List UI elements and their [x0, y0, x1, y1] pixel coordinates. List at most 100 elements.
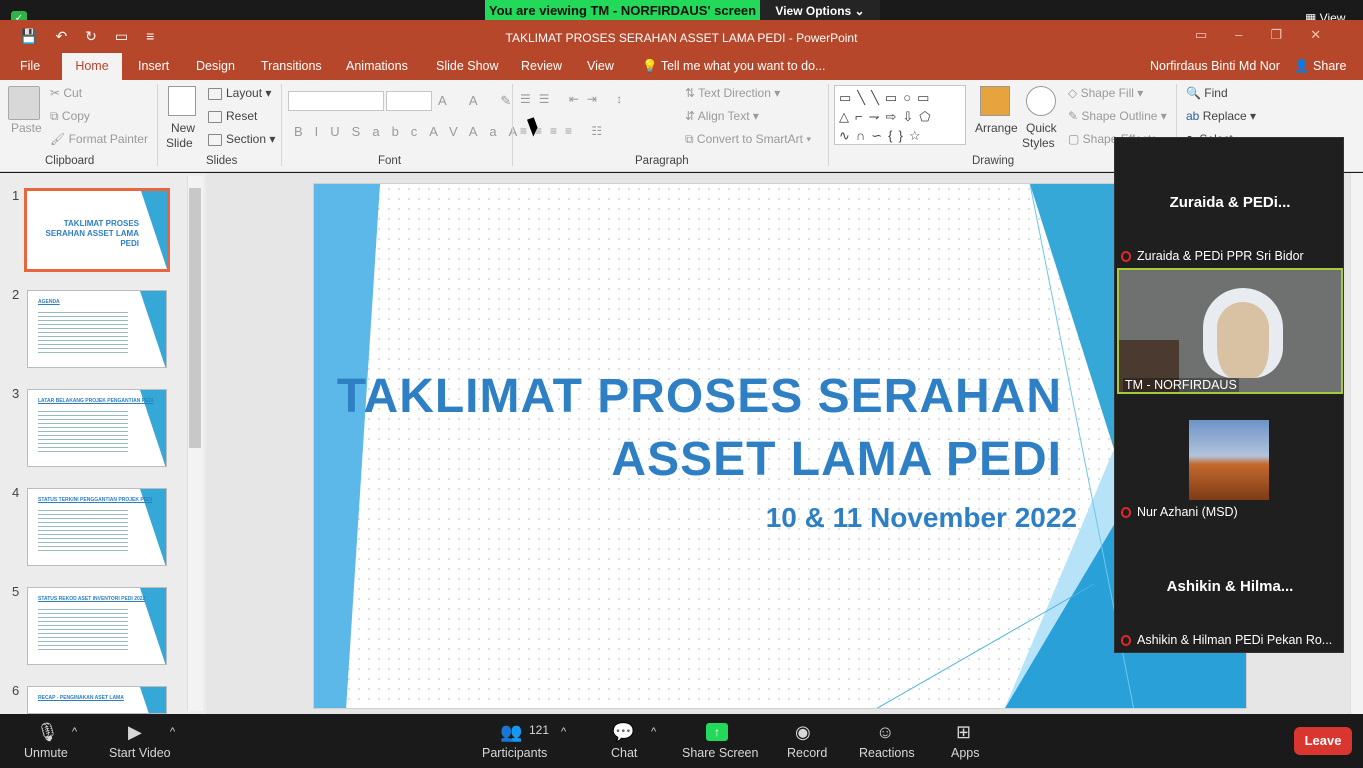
tab-home[interactable]: Home — [62, 53, 122, 80]
apps-icon[interactable]: ⊞ — [956, 722, 971, 743]
quick-styles-button-2[interactable]: Styles — [1022, 136, 1055, 150]
list-buttons[interactable]: ☰☰ ⇤⇥ ↕ — [520, 92, 630, 106]
maximize-icon[interactable]: ❐ — [1271, 27, 1311, 42]
tab-transitions[interactable]: Transitions — [261, 59, 322, 73]
tell-me-label: Tell me what you want to do... — [660, 59, 826, 73]
font-size-buttons[interactable]: A A ✎ — [438, 93, 521, 109]
slide-number: 5 — [12, 584, 20, 599]
slide-thumbnail-4[interactable]: STATUS TERKINI PENGGANTIAN PROJEK PEDI — [27, 488, 167, 566]
shape-outline-button[interactable]: ✎ Shape Outline ▾ — [1068, 109, 1167, 123]
arrange-icon[interactable] — [980, 86, 1010, 116]
chat-icon[interactable]: 💬 — [612, 722, 634, 743]
reactions-button[interactable]: Reactions — [859, 746, 915, 760]
participants-button[interactable]: Participants — [482, 746, 547, 760]
font-format-buttons[interactable]: BIUSabcAVAaA — [294, 124, 529, 139]
slide-thumbnail-5[interactable]: STATUS REKOD ASET INVENTORI PEDI 2022 — [27, 587, 167, 665]
slide-number: 2 — [12, 287, 20, 302]
layout-button[interactable]: Layout ▾ — [208, 86, 271, 100]
slide-vertical-scrollbar[interactable] — [1350, 173, 1363, 714]
person-icon: 👤 — [1294, 59, 1314, 73]
unmute-button[interactable]: Unmute — [24, 746, 68, 760]
quick-styles-button[interactable]: Quick — [1026, 121, 1057, 135]
slide-thumbnail-3[interactable]: LATAR BELAKANG PROJEK PENGANTIAN PEDI — [27, 389, 167, 467]
tell-me-search[interactable]: 💡 Tell me what you want to do... — [642, 59, 825, 74]
slide-number: 1 — [12, 188, 20, 203]
align-text-label: Align Text — [697, 109, 750, 123]
slide-thumbnail-1[interactable]: TAKLIMAT PROSES SERAHAN ASSET LAMA PEDI — [24, 188, 170, 272]
new-slide-icon[interactable] — [168, 86, 196, 116]
reset-label: Reset — [226, 109, 258, 123]
tab-view[interactable]: View — [587, 59, 614, 73]
text-direction-label: Text Direction — [698, 86, 771, 100]
cut-button[interactable]: ✂ Cut — [50, 86, 82, 100]
minimize-icon[interactable]: – — [1235, 27, 1270, 42]
format-painter-button[interactable]: 🖌 Format Painter — [50, 132, 148, 146]
chevron-up-icon[interactable]: ^ — [561, 726, 566, 738]
paste-button[interactable]: Paste — [11, 121, 42, 135]
new-slide-button-2[interactable]: Slide — [166, 136, 193, 150]
quick-styles-icon[interactable] — [1026, 86, 1056, 116]
participants-icon[interactable]: 👥 — [500, 722, 522, 743]
section-label: Section — [226, 132, 267, 146]
video-off-icon[interactable]: ▶ — [128, 722, 142, 743]
tab-insert[interactable]: Insert — [138, 59, 169, 73]
viewing-screen-banner: You are viewing TM - NORFIRDAUS' screen — [485, 0, 760, 22]
paint-bucket-icon: ◇ — [1068, 86, 1081, 100]
arrange-button[interactable]: Arrange — [975, 121, 1018, 135]
chevron-up-icon[interactable]: ^ — [170, 726, 175, 738]
copy-button[interactable]: ⧉ Copy — [50, 109, 90, 124]
view-options-button[interactable]: View Options ⌄ — [760, 0, 880, 22]
mic-muted-icon[interactable]: 🎙 — [36, 722, 59, 743]
font-family-box[interactable] — [288, 91, 384, 111]
shape-fill-button[interactable]: ◇ Shape Fill ▾ — [1068, 86, 1143, 100]
record-icon[interactable]: ◉ — [795, 722, 811, 743]
replace-button[interactable]: ab Replace ▾ — [1186, 109, 1256, 123]
tab-file[interactable]: File — [20, 59, 40, 73]
tab-review[interactable]: Review — [521, 59, 562, 73]
share-screen-button[interactable]: Share Screen — [682, 746, 758, 760]
window-title: TAKLIMAT PROSES SERAHAN ASSET LAMA PEDI … — [505, 31, 858, 45]
apps-button[interactable]: Apps — [951, 746, 980, 760]
paste-icon[interactable] — [8, 86, 40, 120]
thumbnail-scrollbar-thumb[interactable] — [189, 188, 201, 448]
pen-icon: ✎ — [1068, 109, 1082, 123]
chat-button[interactable]: Chat — [611, 746, 637, 760]
slide-title-line-2[interactable]: ASSET LAMA PEDI — [314, 432, 1062, 487]
effects-icon: ▢ — [1068, 132, 1083, 146]
clipboard-group-label: Clipboard — [45, 155, 95, 167]
find-button[interactable]: 🔍 Find — [1186, 86, 1228, 100]
tab-animations[interactable]: Animations — [346, 59, 408, 73]
slide-thumbnail-2[interactable]: AGENDA — [27, 290, 167, 368]
share-button[interactable]: 👤 Share — [1294, 59, 1346, 74]
tab-design[interactable]: Design — [196, 59, 235, 73]
start-video-button[interactable]: Start Video — [109, 746, 171, 760]
share-screen-icon[interactable]: ↑ — [706, 723, 728, 741]
participant-label-text: Zuraida & PEDi PPR Sri Bidor — [1137, 249, 1304, 263]
shapes-gallery[interactable]: ▭╲╲▭○▭ △⌐⇁⇨⇩⬠ ∿∩∽{}☆ — [834, 85, 966, 145]
participant-label: TM - NORFIRDAUS — [1123, 378, 1239, 392]
leave-button[interactable]: Leave — [1294, 727, 1352, 755]
font-size-box[interactable] — [386, 91, 432, 111]
smartart-button[interactable]: ⧉ Convert to SmartArt ▾ — [685, 132, 811, 147]
participant-video[interactable]: TM - NORFIRDAUS — [1117, 268, 1343, 394]
layout-icon — [208, 87, 222, 100]
reset-button[interactable]: Reset — [208, 109, 257, 123]
ribbon-options-icon[interactable]: ▭ — [1195, 27, 1235, 42]
record-button[interactable]: Record — [787, 746, 827, 760]
text-direction-button[interactable]: ⇅ Text Direction ▾ — [685, 86, 780, 100]
slide-subtitle[interactable]: 10 & 11 November 2022 — [314, 502, 1077, 534]
close-icon[interactable]: ✕ — [1310, 27, 1349, 42]
participant-label-text: Ashikin & Hilman PEDi Pekan Ro... — [1137, 633, 1333, 647]
user-name[interactable]: Norfirdaus Binti Md Nor — [1150, 59, 1280, 73]
slide-title-line-1[interactable]: TAKLIMAT PROSES SERAHAN — [314, 369, 1062, 424]
chevron-up-icon[interactable]: ^ — [651, 726, 656, 738]
reactions-icon[interactable]: ☺ — [876, 722, 894, 743]
align-text-button[interactable]: ⇵ Align Text ▾ — [685, 109, 759, 123]
participant-label: Ashikin & Hilman PEDi Pekan Ro... — [1121, 633, 1332, 647]
tab-slide-show[interactable]: Slide Show — [436, 59, 499, 73]
section-button[interactable]: Section ▾ — [208, 132, 275, 146]
current-slide[interactable]: TAKLIMAT PROSES SERAHAN ASSET LAMA PEDI … — [313, 183, 1247, 709]
new-slide-button[interactable]: New — [171, 121, 195, 135]
chevron-up-icon[interactable]: ^ — [72, 726, 77, 738]
slide-thumbnail-6[interactable]: RECAP - PENGINAKAN ASET LAMA — [27, 686, 167, 714]
